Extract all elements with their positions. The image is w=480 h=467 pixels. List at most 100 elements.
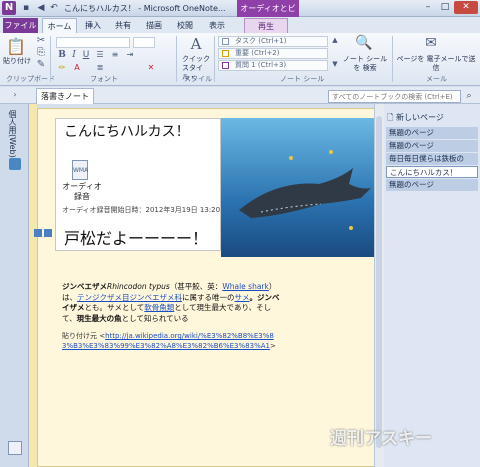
- section-color-strip: [29, 104, 37, 467]
- paste-icon[interactable]: 📋: [6, 37, 26, 56]
- tab-view[interactable]: 表示: [204, 18, 230, 33]
- group-label-note-tags: ノート シール: [280, 75, 325, 83]
- link-shark[interactable]: サメ: [235, 293, 250, 302]
- search-input[interactable]: [328, 90, 461, 103]
- page-list-item-selected[interactable]: こんにちハルカス！: [386, 166, 478, 178]
- expand-icon: [34, 229, 42, 237]
- search-icon[interactable]: ⌕: [462, 90, 476, 103]
- cut-icon[interactable]: ✂: [36, 35, 46, 46]
- align-icon[interactable]: ≣: [95, 63, 105, 72]
- tab-draw[interactable]: 描画: [141, 18, 167, 33]
- page-list-item[interactable]: 毎日毎日僕らは鉄板の: [386, 153, 478, 165]
- underline-icon[interactable]: U: [81, 50, 91, 60]
- ribbon: 📋 貼り付け ✂ ⎘ ✎ クリップボード B I U ☰ ≡ ⇥ ✏ A ≣ ✕…: [0, 33, 480, 86]
- tab-playback[interactable]: 再生: [244, 18, 288, 33]
- desc-text: とも。サメとして: [84, 303, 145, 312]
- checkbox-icon: [222, 38, 229, 45]
- onenote-logo-icon[interactable]: N: [2, 1, 16, 15]
- ribbon-separator: [214, 36, 215, 82]
- tab-file[interactable]: ファイル: [3, 18, 38, 33]
- tag-important[interactable]: 重要 (Ctrl+2): [218, 48, 328, 59]
- title-bar: N ▪ ◀ ↶ こんにちハルカス！ - Microsoft OneNote...…: [0, 0, 480, 30]
- unfiled-notes-icon[interactable]: [8, 441, 22, 455]
- ribbon-separator: [392, 36, 393, 82]
- paragraph-handle[interactable]: [34, 229, 54, 237]
- find-tags-button[interactable]: ノート シールを 検索: [342, 55, 388, 73]
- notebook-icon[interactable]: [9, 158, 21, 170]
- tag-label: 質問 1 (Ctrl+3): [235, 61, 287, 69]
- group-label-font: フォント: [90, 75, 118, 83]
- tags-more-icon[interactable]: ▼: [331, 60, 339, 68]
- find-tags-icon[interactable]: 🔍: [355, 35, 372, 51]
- maximize-icon[interactable]: □: [437, 1, 453, 14]
- link-whale-shark[interactable]: Whale shark: [222, 282, 269, 291]
- indent-icon[interactable]: ⇥: [125, 50, 135, 59]
- term-bold: 現生最大の魚: [76, 313, 122, 323]
- tab-insert[interactable]: 挿入: [80, 18, 106, 33]
- section-tab[interactable]: 落書きノート: [36, 88, 94, 104]
- ribbon-separator: [176, 36, 177, 82]
- question-icon: [222, 62, 229, 69]
- add-icon: [44, 229, 52, 237]
- paste-source: 貼り付け元 <http://ja.wikipedia.org/wiki/%E3%…: [62, 332, 276, 350]
- whale-shark-photo[interactable]: [221, 118, 374, 257]
- tab-home[interactable]: ホーム: [42, 18, 77, 33]
- back-icon[interactable]: ◀: [35, 2, 47, 14]
- quick-style-icon[interactable]: A: [188, 35, 204, 53]
- star-icon: [222, 50, 229, 57]
- link-family[interactable]: ジンベエザメ科: [130, 293, 183, 302]
- watermark-logo: 週刊アスキー: [330, 429, 432, 449]
- font-color-icon[interactable]: A: [72, 63, 82, 72]
- tag-question[interactable]: 質問 1 (Ctrl+3): [218, 60, 328, 71]
- tag-label: タスク (Ctrl+1): [235, 37, 287, 45]
- page-title[interactable]: こんにちハルカス！: [64, 121, 190, 141]
- highlight-icon[interactable]: ✏: [57, 63, 67, 72]
- tag-todo[interactable]: タスク (Ctrl+1): [218, 36, 328, 47]
- expand-chevron-icon[interactable]: ›: [10, 90, 20, 99]
- new-page-label: 新しいページ: [395, 113, 444, 122]
- format-painter-icon[interactable]: ✎: [36, 59, 46, 70]
- clear-format-icon[interactable]: ✕: [146, 63, 156, 72]
- bullets-icon[interactable]: ☰: [95, 50, 105, 59]
- save-icon[interactable]: ▪: [20, 2, 32, 14]
- page-list-item[interactable]: 無題のページ: [386, 179, 478, 191]
- ribbon-separator: [50, 36, 51, 82]
- term-bold: ジンベエザメ: [62, 282, 107, 291]
- numbering-icon[interactable]: ≡: [110, 50, 120, 59]
- group-label-clipboard: クリップボード: [6, 75, 55, 83]
- tab-review[interactable]: 校閲: [172, 18, 198, 33]
- desc-text: として知られている: [121, 313, 189, 323]
- link-order[interactable]: テンジクザメ目: [77, 293, 130, 302]
- new-page-button[interactable]: 🗋 新しいページ: [387, 112, 477, 124]
- tags-scroll-up-icon[interactable]: ▲: [331, 36, 339, 44]
- link-cartilaginous[interactable]: 軟骨魚類: [144, 303, 174, 312]
- italic-icon[interactable]: I: [69, 50, 79, 60]
- desc-text: に属する唯一の: [182, 292, 235, 302]
- bold-icon[interactable]: B: [57, 50, 67, 60]
- minimize-icon[interactable]: –: [420, 1, 436, 14]
- ribbon-tab-row: ファイル ホーム 挿入 共有 描画 校閲 表示 再生: [0, 17, 480, 33]
- font-size-dropdown[interactable]: [133, 37, 155, 48]
- scrollbar-thumb[interactable]: [376, 116, 382, 448]
- paste-source-label: 貼り付け元: [62, 332, 97, 340]
- copy-icon[interactable]: ⎘: [36, 47, 46, 58]
- new-page-icon: 🗋: [387, 113, 394, 122]
- undo-icon[interactable]: ↶: [48, 2, 60, 14]
- tab-share[interactable]: 共有: [110, 18, 136, 33]
- notebook-name[interactable]: 個人用(Web): [7, 110, 18, 158]
- audio-file-icon[interactable]: WMA: [72, 160, 88, 180]
- email-page-button[interactable]: ページを 電子メールで送信: [396, 55, 476, 73]
- note-big-text[interactable]: 戸松だよーーーー！: [64, 225, 208, 249]
- audio-timestamp: オーディオ録音開始日時：2012年3月19日 13:20: [62, 206, 221, 214]
- group-label-style: スタイル: [184, 75, 212, 83]
- audio-recording-label[interactable]: オーディオ 録音: [62, 182, 102, 202]
- font-name-dropdown[interactable]: [56, 37, 130, 48]
- page-list-item[interactable]: 無題のページ: [386, 140, 478, 152]
- paste-button[interactable]: 貼り付け: [3, 57, 31, 66]
- tag-label: 重要 (Ctrl+2): [235, 49, 280, 57]
- window-title: こんにちハルカス！ - Microsoft OneNote...: [64, 4, 226, 13]
- page-list-item[interactable]: 無題のページ: [386, 127, 478, 139]
- description-paragraph[interactable]: ジンベエザメRhincodon typus（甚平鮫、英：Whale shark）…: [62, 282, 284, 324]
- close-icon[interactable]: ✕: [454, 1, 478, 14]
- email-page-icon[interactable]: ✉: [423, 35, 439, 51]
